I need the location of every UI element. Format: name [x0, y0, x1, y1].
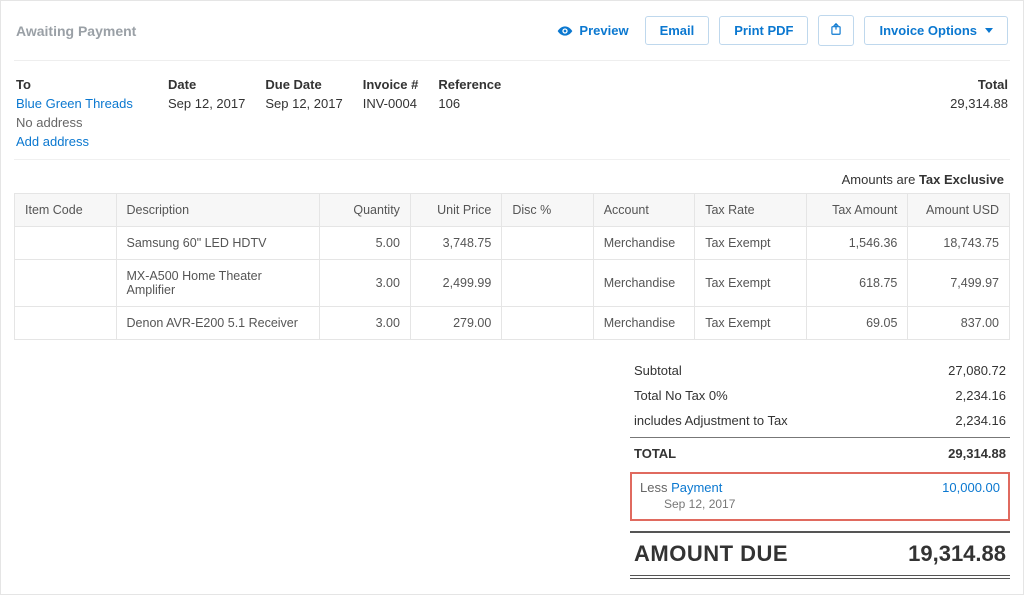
value-due-date: Sep 12, 2017 — [265, 96, 342, 111]
no-address-text: No address — [16, 115, 148, 130]
no-tax-value: 2,234.16 — [955, 388, 1006, 403]
amount-due-value: 19,314.88 — [908, 541, 1006, 567]
cell-amount: 837.00 — [908, 307, 1010, 340]
status-badge: Awaiting Payment — [16, 23, 136, 39]
adjustment-label: includes Adjustment to Tax — [634, 413, 788, 428]
amounts-note-prefix: Amounts are — [842, 172, 919, 187]
total-label: TOTAL — [634, 446, 676, 461]
subtotal-value: 27,080.72 — [948, 363, 1006, 378]
invoice-meta: To Blue Green Threads No address Add add… — [14, 61, 1010, 160]
label-reference: Reference — [438, 77, 501, 92]
col-description: Description — [116, 194, 319, 227]
meta-left: To Blue Green Threads No address Add add… — [16, 77, 501, 149]
col-quantity: Quantity — [319, 194, 410, 227]
less-payment-date: Sep 12, 2017 — [640, 497, 1000, 511]
cell-tax-amount: 69.05 — [806, 307, 908, 340]
amounts-note: Amounts are Tax Exclusive — [14, 160, 1010, 193]
line-items-table: Item Code Description Quantity Unit Pric… — [14, 193, 1010, 340]
no-tax-label: Total No Tax 0% — [634, 388, 728, 403]
totals-block: Subtotal 27,080.72 Total No Tax 0% 2,234… — [14, 358, 1010, 579]
label-date: Date — [168, 77, 245, 92]
value-date: Sep 12, 2017 — [168, 96, 245, 111]
col-tax-rate: Tax Rate — [695, 194, 807, 227]
amounts-note-mode: Tax Exclusive — [919, 172, 1004, 187]
page-header: Awaiting Payment Preview Email Print PDF… — [14, 11, 1010, 61]
cell-unit-price: 279.00 — [410, 307, 501, 340]
label-total: Total — [950, 77, 1008, 92]
email-button[interactable]: Email — [645, 16, 710, 45]
cell-item-code — [15, 227, 117, 260]
invoice-options-button[interactable]: Invoice Options — [864, 16, 1008, 45]
amount-due-row: AMOUNT DUE 19,314.88 — [630, 531, 1010, 579]
table-row: Samsung 60" LED HDTV5.003,748.75 Merchand… — [15, 227, 1010, 260]
total-value: 29,314.88 — [948, 446, 1006, 461]
label-to: To — [16, 77, 148, 92]
subtotal-label: Subtotal — [634, 363, 682, 378]
table-row: MX-A500 Home Theater Amplifier3.002,499.… — [15, 260, 1010, 307]
cell-tax-amount: 1,546.36 — [806, 227, 908, 260]
adjustment-value: 2,234.16 — [955, 413, 1006, 428]
header-actions: Preview Email Print PDF Invoice Options — [551, 15, 1008, 46]
col-disc: Disc % — [502, 194, 593, 227]
table-row: Denon AVR-E200 5.1 Receiver3.00279.00 Mer… — [15, 307, 1010, 340]
cell-amount: 7,499.97 — [908, 260, 1010, 307]
table-header-row: Item Code Description Quantity Unit Pric… — [15, 194, 1010, 227]
cell-description: Denon AVR-E200 5.1 Receiver — [116, 307, 319, 340]
less-payment-box: Less Payment 10,000.00 Sep 12, 2017 — [630, 472, 1010, 521]
cell-unit-price: 3,748.75 — [410, 227, 501, 260]
print-pdf-button[interactable]: Print PDF — [719, 16, 808, 45]
cell-disc — [502, 307, 593, 340]
cell-tax-rate: Tax Exempt — [695, 260, 807, 307]
less-payment-amount[interactable]: 10,000.00 — [942, 480, 1000, 495]
cell-disc — [502, 260, 593, 307]
payment-link[interactable]: Payment — [671, 480, 722, 495]
col-account: Account — [593, 194, 695, 227]
cell-quantity: 3.00 — [319, 307, 410, 340]
cell-account: Merchandise — [593, 260, 695, 307]
invoice-options-label: Invoice Options — [879, 23, 977, 38]
cell-tax-rate: Tax Exempt — [695, 307, 807, 340]
value-reference: 106 — [438, 96, 501, 111]
contact-link[interactable]: Blue Green Threads — [16, 96, 148, 111]
cell-tax-rate: Tax Exempt — [695, 227, 807, 260]
less-payment-label: Less Payment — [640, 480, 722, 495]
value-total-top: 29,314.88 — [950, 96, 1008, 111]
cell-item-code — [15, 307, 117, 340]
col-tax-amount: Tax Amount — [806, 194, 908, 227]
cell-disc — [502, 227, 593, 260]
cell-item-code — [15, 260, 117, 307]
cell-amount: 18,743.75 — [908, 227, 1010, 260]
chevron-down-icon — [985, 28, 993, 33]
cell-tax-amount: 618.75 — [806, 260, 908, 307]
col-unit-price: Unit Price — [410, 194, 501, 227]
label-invoice-no: Invoice # — [363, 77, 419, 92]
less-prefix: Less — [640, 480, 671, 495]
cell-account: Merchandise — [593, 307, 695, 340]
amount-due-label: AMOUNT DUE — [634, 541, 788, 567]
eye-icon — [557, 23, 573, 39]
cell-unit-price: 2,499.99 — [410, 260, 501, 307]
cell-quantity: 5.00 — [319, 227, 410, 260]
cell-quantity: 3.00 — [319, 260, 410, 307]
add-address-link[interactable]: Add address — [16, 134, 148, 149]
label-due-date: Due Date — [265, 77, 342, 92]
share-button[interactable] — [818, 15, 854, 46]
cell-description: Samsung 60" LED HDTV — [116, 227, 319, 260]
col-item-code: Item Code — [15, 194, 117, 227]
preview-label: Preview — [579, 23, 628, 38]
preview-button[interactable]: Preview — [551, 23, 634, 39]
share-icon — [829, 22, 843, 36]
cell-description: MX-A500 Home Theater Amplifier — [116, 260, 319, 307]
col-amount: Amount USD — [908, 194, 1010, 227]
invoice-page: Awaiting Payment Preview Email Print PDF… — [0, 0, 1024, 595]
cell-account: Merchandise — [593, 227, 695, 260]
value-invoice-no: INV-0004 — [363, 96, 419, 111]
